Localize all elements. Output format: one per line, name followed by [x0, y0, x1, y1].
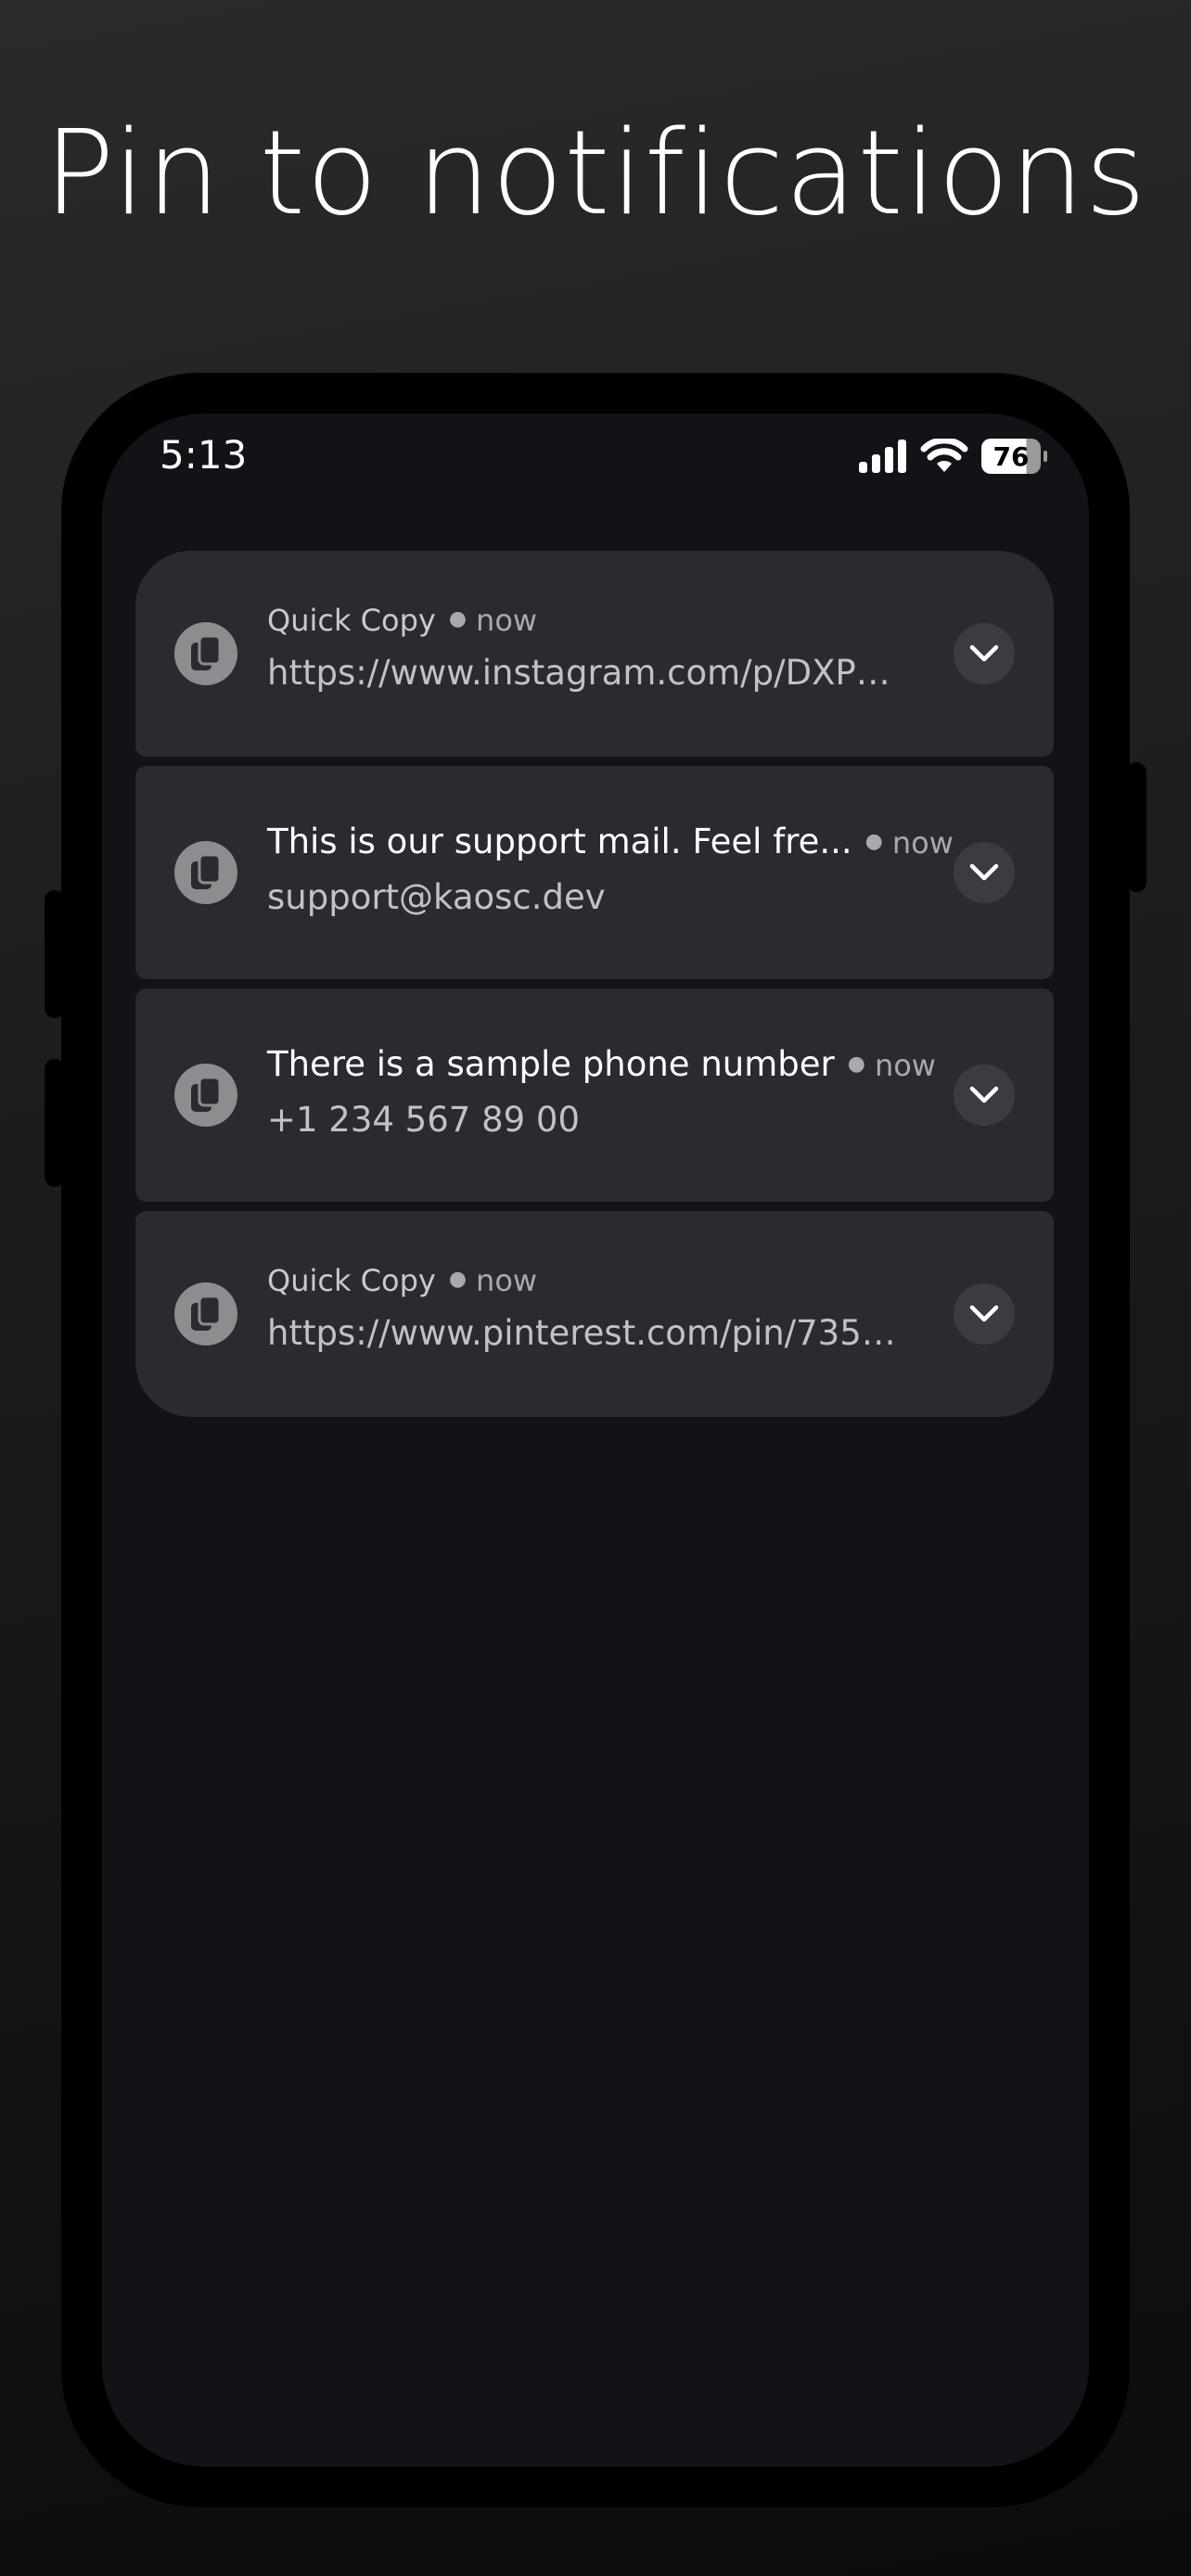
battery-level: 76 [992, 440, 1030, 472]
notification-title: There is a sample phone number [267, 1044, 835, 1084]
copy-icon [174, 1282, 237, 1345]
status-time: 5:13 [160, 432, 248, 478]
phone-screen: 5:13 76 Quick Copy ● now https://www.ins… [102, 414, 1089, 2467]
notification-list: Quick Copy ● now https://www.instagram.c… [135, 551, 1054, 1417]
separator-dot: ● [864, 830, 883, 853]
copy-icon [174, 1064, 237, 1127]
wifi-icon [920, 439, 968, 472]
expand-button[interactable] [954, 842, 1015, 903]
notification-header: This is our support mail. Feel fre... ● … [267, 822, 954, 861]
notification-card[interactable]: Quick Copy ● now https://www.instagram.c… [135, 551, 1054, 757]
notification-body: support@kaosc.dev [267, 877, 606, 917]
notification-header: Quick Copy ● now [267, 1263, 537, 1298]
notification-time: now [874, 1048, 936, 1083]
copy-icon [174, 622, 237, 685]
notification-header: There is a sample phone number ● now [267, 1044, 936, 1084]
expand-button[interactable] [954, 623, 1015, 684]
notification-title: Quick Copy [267, 1263, 436, 1298]
notification-card[interactable]: This is our support mail. Feel fre... ● … [135, 766, 1054, 979]
headline: Pin to notifications [44, 105, 1147, 241]
chevron-down-icon [969, 1305, 999, 1322]
notification-body: https://www.pinterest.com/pin/73584... [267, 1313, 898, 1353]
notification-card[interactable]: Quick Copy ● now https://www.pinterest.c… [135, 1211, 1054, 1417]
notification-header: Quick Copy ● now [267, 603, 537, 638]
notification-time: now [476, 603, 538, 638]
expand-button[interactable] [954, 1283, 1015, 1345]
cellular-signal-icon [859, 440, 906, 473]
notification-title: Quick Copy [267, 603, 436, 638]
expand-button[interactable] [954, 1065, 1015, 1126]
copy-icon [174, 841, 237, 904]
chevron-down-icon [969, 1086, 999, 1103]
notification-title: This is our support mail. Feel fre... [267, 822, 852, 861]
notification-time: now [891, 825, 954, 861]
separator-dot: ● [448, 1268, 467, 1291]
notification-body: https://www.instagram.com/p/DXPNr... [267, 653, 898, 693]
chevron-down-icon [969, 863, 999, 881]
separator-dot: ● [847, 1052, 865, 1076]
notification-body: +1 234 567 89 00 [267, 1100, 580, 1140]
chevron-down-icon [969, 644, 999, 662]
separator-dot: ● [448, 607, 467, 631]
status-icons: 76 [857, 434, 1047, 478]
notification-card[interactable]: There is a sample phone number ● now +1 … [135, 988, 1054, 1202]
notification-time: now [476, 1263, 538, 1298]
battery-icon: 76 [981, 439, 1047, 474]
